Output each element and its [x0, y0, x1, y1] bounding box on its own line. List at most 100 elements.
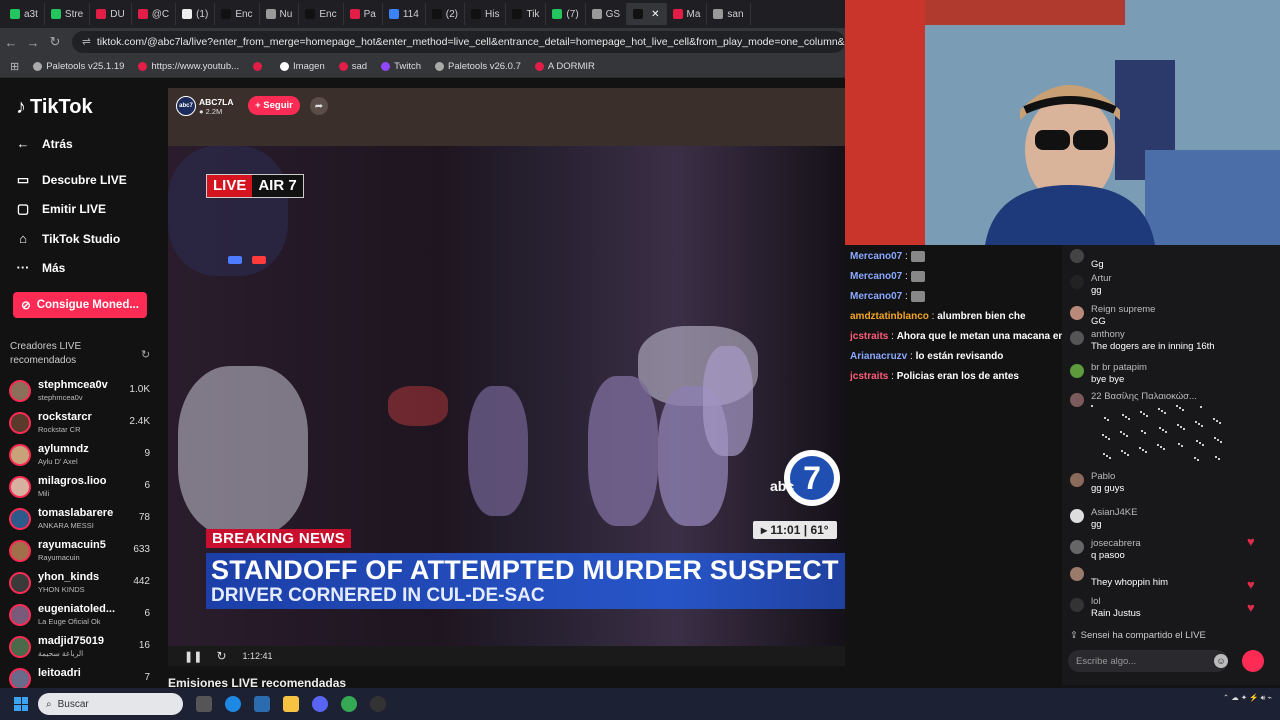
browser-tab[interactable]: Enc [215, 3, 260, 25]
url-field[interactable]: ⇌ tiktok.com/@abc7la/live?enter_from_mer… [72, 31, 845, 53]
tab-label: Nu [279, 8, 293, 20]
chrome-icon[interactable] [341, 696, 357, 712]
browser-tab[interactable]: Nu [260, 3, 300, 25]
browser-tab[interactable]: Enc [299, 3, 344, 25]
forward-arrow-icon[interactable]: → [22, 35, 44, 50]
creator-item[interactable]: tomaslabarere ANKARA MESSI 78 [9, 505, 154, 535]
chat-message: Arianacruzv : lo están revisando [850, 351, 1003, 362]
chat-username[interactable]: Mercano07 [850, 291, 902, 302]
browser-tab[interactable]: Stre [45, 3, 91, 25]
creator-item[interactable]: stephmcea0v stephmcea0v 1.0K [9, 377, 154, 407]
pause-icon[interactable]: ❚❚ [184, 650, 202, 663]
browser-tab[interactable]: @C [132, 3, 177, 25]
live-video-player[interactable]: abc7 ABC7LA ● 2.2M + Seguir ➦ LIVE AIR 7… [168, 88, 845, 666]
bookmark-item[interactable]: Imagen [280, 61, 325, 72]
chat-username[interactable]: Artur [1091, 273, 1112, 284]
avatar[interactable] [1070, 598, 1084, 612]
share-icon[interactable]: ➦ [310, 97, 328, 115]
avatar[interactable] [1070, 567, 1084, 581]
windows-start-icon[interactable] [14, 697, 28, 711]
avatar[interactable] [1070, 364, 1084, 378]
nav-studio[interactable]: ⌂ TikTok Studio [16, 231, 120, 246]
browser-tab[interactable]: GS [586, 3, 628, 25]
browser-tab[interactable]: a3t [4, 3, 45, 25]
edge-icon[interactable] [225, 696, 241, 712]
creator-item[interactable]: aylumndz Aylu D' Axel 9 [9, 441, 154, 471]
browser-tab[interactable]: Tik [506, 3, 547, 25]
browser-tab[interactable]: Ma [667, 3, 708, 25]
browser-tab[interactable]: Pa [344, 3, 383, 25]
chat-username[interactable]: Mercano07 [850, 251, 902, 262]
browser-tab[interactable]: ✕ [627, 3, 667, 25]
task-view-icon[interactable] [196, 696, 212, 712]
creator-item[interactable]: eugeniatoled... La Euge Oficial Ok 6 [9, 601, 154, 631]
browser-tab[interactable]: 114 [383, 3, 426, 25]
chat-input[interactable]: Escribe algo... [1068, 650, 1228, 672]
avatar[interactable] [1070, 393, 1084, 407]
channel-avatar[interactable]: abc7 [176, 96, 196, 116]
browser-tab[interactable]: DU [90, 3, 132, 25]
creator-item[interactable]: yhon_kinds YHON KINDS 442 [9, 569, 154, 599]
close-tab-icon[interactable]: ✕ [651, 9, 659, 20]
creator-item[interactable]: madjid75019 الرباعة سحيمة 16 [9, 633, 154, 663]
store-icon[interactable] [254, 696, 270, 712]
replay-icon[interactable]: ↻ [216, 649, 226, 663]
chat-username[interactable]: AsianJ4KE [1091, 507, 1137, 518]
site-info-icon[interactable]: ⇌ [82, 36, 91, 48]
chat-username[interactable]: lol [1091, 596, 1101, 607]
browser-tab[interactable]: (1) [176, 3, 216, 25]
avatar[interactable] [1070, 331, 1084, 345]
nav-go-live[interactable]: ▢ Emitir LIVE [16, 201, 106, 217]
bookmark-item[interactable] [253, 62, 266, 71]
creator-item[interactable]: milagros.lioo Mili 6 [9, 473, 154, 503]
folder-icon[interactable] [283, 696, 299, 712]
creator-item[interactable]: rayumacuin5 Rayumacuin 633 [9, 537, 154, 567]
obs-icon[interactable] [370, 696, 386, 712]
chat-username[interactable]: Pablo [1091, 471, 1115, 482]
nav-back[interactable]: ← Atrás [16, 136, 73, 151]
taskbar-search[interactable]: ⌕ Buscar [38, 693, 183, 715]
avatar[interactable] [1070, 509, 1084, 523]
chat-username[interactable]: josecabrera [1091, 538, 1141, 549]
chat-username[interactable]: 22 Βασίλης Παλαιοκώσ... [1091, 391, 1197, 402]
follow-button[interactable]: + Seguir [248, 96, 300, 115]
tab-favicon-icon [265, 9, 276, 19]
browser-tab[interactable]: (7) [546, 3, 586, 25]
avatar[interactable] [1070, 275, 1084, 289]
tiktok-logo[interactable]: ♪ TikTok [16, 96, 93, 119]
browser-tab[interactable]: (2) [426, 3, 465, 25]
discord-icon[interactable] [312, 696, 328, 712]
system-tray[interactable]: ⌃ ☁ ✦ ⚡ 🔊︎ ⌁ [1223, 692, 1272, 704]
nav-more[interactable]: ··· Más [16, 260, 66, 275]
chat-username[interactable]: Mercano07 [850, 271, 902, 282]
apps-grid-icon[interactable]: ⊞ [10, 60, 19, 73]
chat-username[interactable]: anthony [1091, 329, 1125, 340]
bookmark-item[interactable]: sad [338, 61, 367, 72]
refresh-icon[interactable]: ↻ [141, 348, 150, 361]
chat-username[interactable]: Arianacruzv [850, 351, 907, 362]
creator-item[interactable]: rockstarcr Rockstar CR 2.4K [9, 409, 154, 439]
bookmark-item[interactable]: Paletools v25.1.19 [33, 61, 124, 72]
chat-username[interactable]: amdztatinblanco [850, 311, 929, 322]
bookmark-item[interactable]: A DORMIR [534, 61, 595, 72]
channel-name[interactable]: ABC7LA [199, 97, 233, 107]
chat-username[interactable]: br br patapim [1091, 362, 1147, 373]
chat-username[interactable]: jcstraits [850, 331, 888, 342]
avatar[interactable] [1070, 540, 1084, 554]
chat-username[interactable]: jcstraits [850, 371, 888, 382]
avatar[interactable] [1070, 249, 1084, 263]
chat-username[interactable]: Reign supreme [1091, 304, 1155, 315]
avatar[interactable] [1070, 473, 1084, 487]
browser-tab[interactable]: san [707, 3, 751, 25]
reload-icon[interactable]: ↻ [44, 34, 66, 50]
bookmark-item[interactable]: Twitch [381, 61, 421, 72]
gift-button[interactable] [1242, 650, 1264, 672]
browser-tab[interactable]: His [465, 3, 507, 25]
get-coins-button[interactable]: ⊘ Consigue Moned... [13, 292, 147, 318]
bookmark-item[interactable]: https://www.youtub... [138, 61, 239, 72]
nav-discover-live[interactable]: ▭ Descubre LIVE [16, 172, 127, 188]
back-arrow-icon[interactable]: ← [0, 35, 22, 50]
avatar[interactable] [1070, 306, 1084, 320]
emoji-icon[interactable]: ☺ [1214, 654, 1228, 668]
bookmark-item[interactable]: Paletools v26.0.7 [435, 61, 521, 72]
